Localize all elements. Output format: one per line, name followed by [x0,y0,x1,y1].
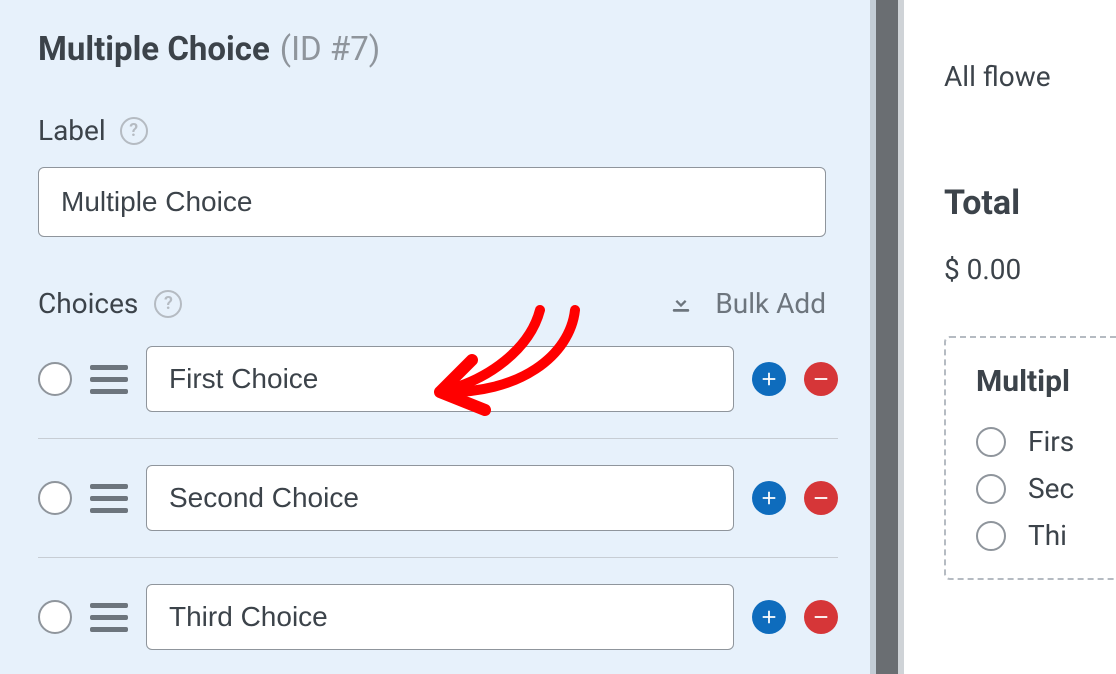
remove-choice-button[interactable] [804,600,838,634]
drag-handle-icon[interactable] [90,365,128,394]
choice-row [38,320,838,438]
label-section-header: Label ? [38,114,854,147]
preview-text-line: All flowe [944,60,1116,93]
choice-row [38,438,838,557]
choices-section-title: Choices [38,287,138,320]
preview-field-box[interactable]: Multipl Firs Sec Thi [944,336,1116,580]
drag-handle-icon[interactable] [90,484,128,513]
default-radio[interactable] [38,362,72,396]
panel-title: Multiple Choice [38,30,270,69]
preview-choice-list: Firs Sec Thi [976,425,1116,552]
add-choice-button[interactable] [752,362,786,396]
total-value: $ 0.00 [944,253,1116,286]
preview-choice-item[interactable]: Sec [976,472,1116,505]
radio-icon[interactable] [976,521,1006,551]
help-icon[interactable]: ? [120,117,148,145]
preview-choice-label: Sec [1028,472,1074,505]
form-preview-panel: All flowe Total $ 0.00 Multipl Firs Sec … [904,0,1116,674]
default-radio[interactable] [38,481,72,515]
field-options-panel: Multiple Choice (ID #7) Label ? Choices … [0,0,870,674]
add-choice-button[interactable] [752,481,786,515]
bulk-add-label: Bulk Add [715,287,826,320]
drag-handle-icon[interactable] [90,603,128,632]
add-choice-button[interactable] [752,600,786,634]
preview-choice-label: Thi [1028,519,1067,552]
choice-input[interactable] [146,346,734,412]
default-radio[interactable] [38,600,72,634]
preview-field-heading: Multipl [976,364,1116,399]
total-label: Total [944,183,1116,223]
help-icon[interactable]: ? [154,290,182,318]
panel-divider [870,0,904,674]
choice-input[interactable] [146,584,734,650]
choice-row [38,557,838,674]
preview-choice-item[interactable]: Thi [976,519,1116,552]
label-input[interactable] [38,167,826,237]
preview-choice-item[interactable]: Firs [976,425,1116,458]
panel-field-id: (ID #7) [280,30,380,69]
choice-list [38,320,838,674]
choice-input[interactable] [146,465,734,531]
radio-icon[interactable] [976,474,1006,504]
panel-title-row: Multiple Choice (ID #7) [38,30,854,69]
preview-choice-label: Firs [1028,425,1074,458]
label-section-title: Label [38,114,106,147]
bulk-add-button[interactable]: Bulk Add [667,287,826,320]
remove-choice-button[interactable] [804,481,838,515]
remove-choice-button[interactable] [804,362,838,396]
choices-section-header: Choices ? Bulk Add [38,287,826,320]
radio-icon[interactable] [976,427,1006,457]
download-icon [667,288,695,320]
